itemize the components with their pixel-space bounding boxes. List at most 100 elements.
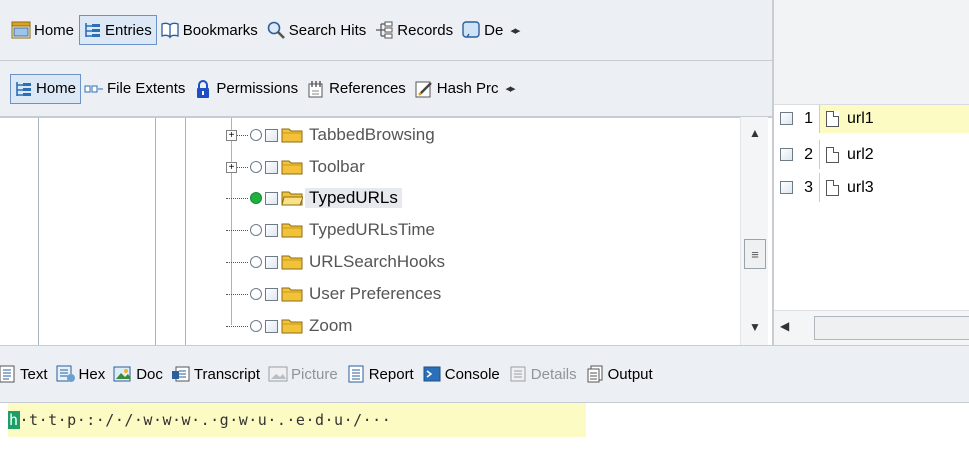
text-icon bbox=[0, 364, 17, 384]
table-horizontal-scrollbar[interactable]: ◀ bbox=[774, 310, 969, 345]
row-checkbox[interactable] bbox=[780, 181, 793, 194]
references-icon bbox=[306, 79, 326, 99]
row-name-cell[interactable]: url2 bbox=[820, 140, 969, 169]
output-icon bbox=[585, 364, 605, 384]
bookmarks-label: Bookmarks bbox=[182, 21, 258, 39]
table-row[interactable]: 2 url2 bbox=[774, 140, 969, 169]
picture-label: Picture bbox=[291, 365, 338, 383]
entries-label: Entries bbox=[105, 21, 152, 39]
tree-checkbox[interactable] bbox=[265, 255, 278, 269]
row-name: url3 bbox=[847, 178, 874, 196]
scroll-thumb[interactable]: ≡ bbox=[744, 239, 766, 269]
home-button[interactable]: Home bbox=[8, 15, 79, 45]
row-name: url2 bbox=[847, 145, 874, 163]
magnifier-icon bbox=[266, 20, 286, 40]
output-view-button[interactable]: Output bbox=[582, 359, 658, 389]
row-checkbox[interactable] bbox=[780, 148, 793, 161]
tree-item-typedurlstime[interactable]: TypedURLsTime bbox=[226, 214, 435, 246]
output-label: Output bbox=[607, 365, 653, 383]
folder-icon bbox=[281, 127, 303, 143]
tree-item-label: TabbedBrowsing bbox=[309, 125, 435, 144]
sub-toolbar-scroll-arrows[interactable]: ◂▸ bbox=[505, 82, 515, 95]
text-label: Text bbox=[20, 365, 48, 383]
hash-properties-button[interactable]: Hash Prc bbox=[411, 74, 504, 104]
details-view-button[interactable]: Details bbox=[505, 359, 582, 389]
entries-tree: + TabbedBrowsing + Toolbar TypedURLs Typ… bbox=[0, 117, 772, 345]
console-label: Console bbox=[444, 365, 500, 383]
sub-home-button[interactable]: Home bbox=[10, 73, 82, 104]
table-header-area bbox=[774, 0, 969, 117]
scroll-thumb[interactable] bbox=[814, 316, 969, 340]
text-view-button[interactable]: Text bbox=[0, 359, 53, 389]
expand-plus-icon[interactable]: + bbox=[226, 129, 237, 141]
folder-icon bbox=[281, 286, 303, 302]
tree-guide-line bbox=[155, 118, 156, 345]
picture-view-button[interactable]: Picture bbox=[265, 359, 343, 389]
tree-checkbox[interactable] bbox=[265, 287, 278, 301]
tree-checkbox[interactable] bbox=[265, 128, 278, 142]
node-icon bbox=[250, 256, 262, 268]
report-view-button[interactable]: Report bbox=[343, 359, 419, 389]
text-content: ·t·t·p·:·/·/·w·w·w·.·g·w·u·.·e·d·u·/··· bbox=[19, 411, 392, 429]
entries-table: 1 url1 2 url2 3 url3 bbox=[774, 104, 969, 345]
tree-guide-line bbox=[185, 118, 186, 345]
row-name-cell[interactable]: url3 bbox=[820, 173, 969, 202]
view-toolbar: Text Hex Doc Transcript Picture Report C… bbox=[0, 345, 969, 403]
tree-checkbox[interactable] bbox=[265, 160, 278, 174]
toolbar-scroll-arrows[interactable]: ◂▸ bbox=[510, 24, 520, 37]
scroll-up-arrow-icon[interactable]: ▲ bbox=[741, 123, 769, 143]
tree-checkbox[interactable] bbox=[265, 191, 278, 205]
text-line[interactable]: h ·t·t·p·:·/·/·w·w·w·.·g·w·u·.·e·d·u·/··· bbox=[8, 403, 586, 437]
table-row[interactable]: 1 url1 bbox=[774, 104, 969, 133]
folder-icon bbox=[281, 318, 303, 334]
tree-item-typedurls[interactable]: TypedURLs bbox=[226, 182, 402, 214]
scroll-down-arrow-icon[interactable]: ▼ bbox=[741, 317, 769, 337]
permissions-label: Permissions bbox=[216, 80, 299, 97]
row-checkbox[interactable] bbox=[780, 112, 793, 125]
hash-icon bbox=[414, 79, 434, 99]
console-icon bbox=[422, 364, 442, 384]
tree-item-label: TypedURLs bbox=[305, 188, 402, 208]
table-row[interactable]: 3 url3 bbox=[774, 173, 969, 202]
sub-home-label: Home bbox=[36, 80, 77, 97]
scroll-left-arrow-icon[interactable]: ◀ bbox=[780, 319, 789, 333]
records-button[interactable]: Records bbox=[371, 15, 458, 45]
doc-icon bbox=[113, 364, 133, 384]
node-icon bbox=[250, 288, 262, 300]
row-name-cell[interactable]: url1 bbox=[820, 104, 969, 133]
entries-button[interactable]: Entries bbox=[79, 15, 157, 45]
references-button[interactable]: References bbox=[303, 74, 411, 104]
console-view-button[interactable]: Console bbox=[419, 359, 505, 389]
tree-item-zoom[interactable]: Zoom bbox=[226, 310, 352, 342]
tree-vertical-scrollbar[interactable]: ▲ ≡ ▼ bbox=[740, 117, 768, 345]
tree-icon bbox=[82, 20, 102, 40]
hex-icon bbox=[56, 364, 76, 384]
sub-toolbar: Home File Extents Permissions References… bbox=[0, 61, 772, 117]
tree-checkbox[interactable] bbox=[265, 319, 278, 333]
tree-icon bbox=[13, 79, 33, 99]
bookmarks-button[interactable]: Bookmarks bbox=[157, 15, 263, 45]
tree-item-user-preferences[interactable]: User Preferences bbox=[226, 278, 441, 310]
tree-item-toolbar[interactable]: + Toolbar bbox=[226, 151, 365, 183]
node-icon bbox=[250, 320, 262, 332]
transcript-view-button[interactable]: Transcript bbox=[168, 359, 265, 389]
hex-view-button[interactable]: Hex bbox=[53, 359, 111, 389]
file-icon bbox=[826, 110, 839, 127]
details-tab-label: De bbox=[484, 21, 504, 39]
doc-view-button[interactable]: Doc bbox=[110, 359, 168, 389]
tree-checkbox[interactable] bbox=[265, 223, 278, 237]
file-icon bbox=[826, 146, 839, 163]
tree-item-label: Zoom bbox=[309, 316, 353, 335]
permissions-button[interactable]: Permissions bbox=[190, 74, 303, 104]
text-view-content[interactable]: h ·t·t·p·:·/·/·w·w·w·.·g·w·u·.·e·d·u·/··· bbox=[0, 403, 969, 461]
tree-item-tabbedbrowsing[interactable]: + TabbedBrowsing bbox=[226, 119, 435, 151]
search-hits-button[interactable]: Search Hits bbox=[263, 15, 372, 45]
tree-item-urlsearchhooks[interactable]: URLSearchHooks bbox=[226, 246, 445, 278]
row-number: 3 bbox=[804, 178, 813, 196]
lock-icon bbox=[193, 79, 213, 99]
tree-item-label: URLSearchHooks bbox=[309, 252, 446, 271]
file-extents-button[interactable]: File Extents bbox=[81, 74, 190, 104]
expand-plus-icon[interactable]: + bbox=[226, 161, 237, 173]
search-hits-label: Search Hits bbox=[288, 21, 367, 39]
details-tab-button[interactable]: De bbox=[458, 15, 508, 45]
